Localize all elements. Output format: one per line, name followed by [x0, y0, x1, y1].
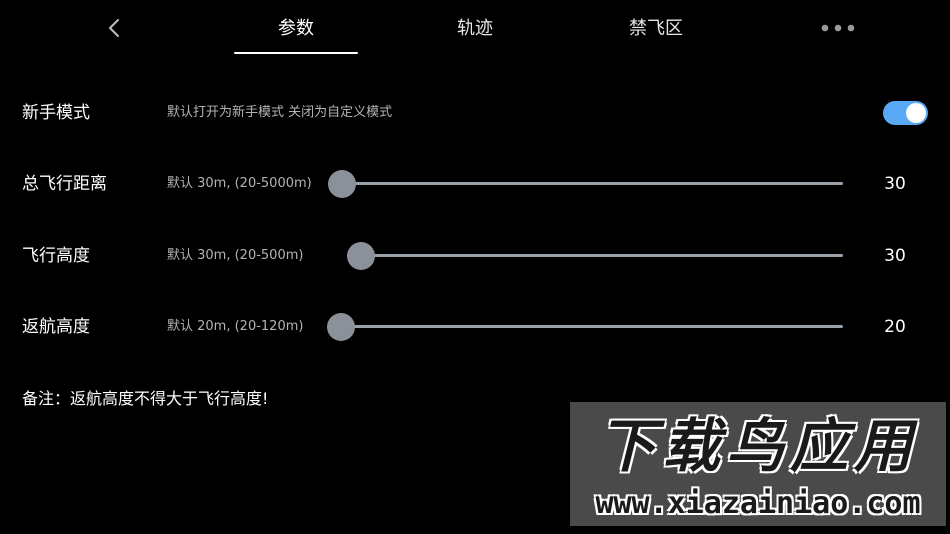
tab-no-fly-zone[interactable]: 禁飞区 — [596, 14, 716, 44]
top-bar: 参数 轨迹 禁飞区 — [0, 0, 950, 58]
setting-value: 20 — [884, 317, 906, 337]
more-button[interactable] — [818, 18, 858, 38]
setting-row-beginner-mode: 新手模式 默认打开为新手模式 关闭为自定义模式 — [0, 91, 950, 135]
chevron-left-icon — [109, 19, 119, 37]
slider-thumb[interactable] — [327, 313, 355, 341]
setting-label: 新手模式 — [22, 103, 90, 123]
setting-description: 默认打开为新手模式 关闭为自定义模式 — [167, 105, 393, 120]
setting-row-total-flight-distance: 总飞行距离 默认 30m, (20-5000m) 30 — [0, 162, 950, 206]
tab-params[interactable]: 参数 — [234, 14, 358, 44]
slider-thumb[interactable] — [347, 242, 376, 270]
active-tab-indicator — [234, 52, 358, 54]
more-horizontal-icon — [821, 24, 855, 32]
watermark: 下载鸟应用 www.xiazainiao.com — [570, 402, 946, 526]
setting-description: 默认 30m, (20-500m) — [167, 248, 304, 263]
setting-value: 30 — [884, 174, 906, 194]
setting-description: 默认 20m, (20-120m) — [167, 319, 304, 334]
setting-row-return-altitude: 返航高度 默认 20m, (20-120m) 20 — [0, 305, 950, 349]
flight-altitude-slider[interactable] — [351, 254, 843, 257]
beginner-mode-toggle[interactable] — [883, 101, 928, 125]
setting-label: 飞行高度 — [22, 246, 90, 266]
setting-label: 总飞行距离 — [22, 174, 107, 194]
note-text: 备注：返航高度不得大于飞行高度! — [22, 389, 269, 408]
watermark-title: 下载鸟应用 — [597, 412, 918, 480]
setting-row-flight-altitude: 飞行高度 默认 30m, (20-500m) 30 — [0, 234, 950, 278]
back-button[interactable] — [102, 14, 126, 42]
setting-label: 返航高度 — [22, 317, 90, 337]
tab-track[interactable]: 轨迹 — [420, 14, 530, 44]
setting-value: 30 — [884, 246, 906, 266]
return-altitude-slider[interactable] — [341, 325, 843, 328]
setting-description: 默认 30m, (20-5000m) — [167, 176, 312, 191]
watermark-url: www.xiazainiao.com — [595, 486, 921, 521]
total-flight-distance-slider[interactable] — [341, 182, 843, 185]
toggle-knob — [906, 103, 926, 123]
slider-thumb[interactable] — [328, 170, 356, 198]
